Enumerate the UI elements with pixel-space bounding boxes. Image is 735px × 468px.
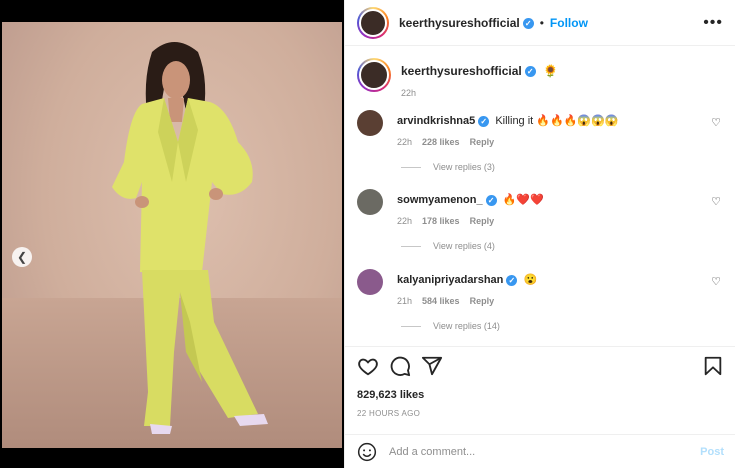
comment-avatar[interactable] [357, 269, 383, 295]
comment-time: 22h [397, 216, 413, 226]
comment-username[interactable]: sowmyamenon_ [397, 194, 483, 206]
follow-button[interactable]: Follow [550, 16, 588, 30]
comment-body: arvindkrishna5 ✓ Killing it 🔥🔥🔥😱😱😱 22h 22… [397, 114, 707, 147]
comments-section: keerthysureshofficial ✓ 🌻 22h arvindkrish… [345, 46, 735, 346]
comment-text-line: sowmyamenon_ ✓ 🔥❤️❤️ [397, 193, 707, 206]
comment-meta: 22h 228 likes Reply [397, 137, 707, 147]
reply-button[interactable]: Reply [470, 296, 495, 306]
view-replies-toggle[interactable]: View replies (14) [401, 321, 500, 331]
comment-body: sowmyamenon_ ✓ 🔥❤️❤️ 22h 178 likes Reply [397, 193, 707, 226]
comment-meta: 21h 584 likes Reply [397, 296, 707, 306]
reply-button[interactable]: Reply [470, 137, 495, 147]
post-detail-panel: keerthysureshofficial ✓ • Follow ••• keer… [344, 0, 735, 468]
caption-avatar [359, 60, 389, 90]
comment-text: 🔥❤️❤️ [502, 194, 544, 206]
post-actions: 829,623 likes 22 HOURS AGO [345, 346, 735, 434]
save-bookmark-icon[interactable] [702, 355, 724, 377]
carousel-prev-button[interactable]: ❮ [12, 247, 32, 267]
author-username-wrap: keerthysureshofficial ✓ [399, 16, 534, 30]
view-replies-toggle[interactable]: View replies (4) [401, 241, 495, 251]
post-comment-button[interactable]: Post [700, 446, 724, 458]
caption-timestamp: 22h [401, 88, 417, 98]
comment-item: kalyanipriyadarshan ✓ 😮 21h 584 likes Rep… [357, 269, 727, 306]
author-username[interactable]: keerthysureshofficial [399, 16, 520, 30]
caption-text: 🌻 [543, 64, 559, 78]
more-options-icon[interactable]: ••• [703, 14, 723, 32]
replies-line [401, 325, 421, 327]
verified-badge-icon: ✓ [478, 115, 490, 127]
comment-meta: 22h 178 likes Reply [397, 216, 707, 226]
comment-likes[interactable]: 584 likes [422, 296, 460, 306]
author-avatar [359, 8, 387, 37]
likes-count[interactable]: 829,623 likes [357, 389, 724, 401]
comment-bubble-icon[interactable] [389, 355, 411, 377]
caption-avatar-ring[interactable] [357, 58, 391, 92]
post-caption: keerthysureshofficial ✓ 🌻 22h [357, 58, 558, 98]
emoji-picker-icon[interactable] [357, 442, 377, 462]
comment-item: sowmyamenon_ ✓ 🔥❤️❤️ 22h 178 likes Reply … [357, 189, 727, 226]
view-replies-label: View replies (14) [433, 321, 500, 331]
comment-username[interactable]: kalyanipriyadarshan [397, 274, 503, 286]
post-header: keerthysureshofficial ✓ • Follow ••• [345, 0, 735, 46]
media-panel: ❮ [0, 0, 344, 468]
comment-text: Killing it 🔥🔥🔥😱😱😱 [495, 115, 619, 127]
comment-time: 21h [397, 296, 413, 306]
comment-text-line: kalyanipriyadarshan ✓ 😮 [397, 273, 707, 286]
comment-likes[interactable]: 178 likes [422, 216, 460, 226]
verified-badge-icon: ✓ [506, 274, 518, 286]
caption-username[interactable]: keerthysureshofficial [401, 64, 522, 78]
like-comment-heart-icon[interactable]: ♡ [711, 116, 721, 129]
reply-button[interactable]: Reply [470, 216, 495, 226]
comment-avatar[interactable] [357, 189, 383, 215]
replies-line [401, 245, 421, 247]
woman-in-yellow-suit-illustration [112, 42, 268, 434]
comment-text: 😮 [523, 274, 538, 286]
caption-body: keerthysureshofficial ✓ 🌻 22h [401, 64, 558, 98]
like-heart-icon[interactable] [357, 355, 379, 377]
like-comment-heart-icon[interactable]: ♡ [711, 195, 721, 208]
comment-item: arvindkrishna5 ✓ Killing it 🔥🔥🔥😱😱😱 22h 22… [357, 110, 727, 147]
comment-avatar[interactable] [357, 110, 383, 136]
comment-likes[interactable]: 228 likes [422, 137, 460, 147]
view-replies-label: View replies (3) [433, 162, 495, 172]
view-replies-label: View replies (4) [433, 241, 495, 251]
verified-badge-icon: ✓ [522, 17, 534, 29]
share-send-icon[interactable] [421, 355, 443, 377]
header-separator: • [539, 15, 544, 30]
comment-time: 22h [397, 137, 413, 147]
add-comment-bar: Post [345, 434, 735, 468]
verified-badge-icon: ✓ [524, 66, 536, 78]
view-replies-toggle[interactable]: View replies (3) [401, 162, 495, 172]
post-photo[interactable]: ❮ [2, 22, 342, 448]
comment-input[interactable] [389, 445, 679, 458]
replies-line [401, 166, 421, 168]
comment-username[interactable]: arvindkrishna5 [397, 115, 475, 127]
action-icons-row [357, 349, 724, 383]
author-avatar-ring[interactable] [357, 6, 389, 39]
verified-badge-icon: ✓ [485, 194, 497, 206]
post-timestamp: 22 HOURS AGO [357, 409, 421, 418]
like-comment-heart-icon[interactable]: ♡ [711, 275, 721, 288]
comment-text-line: arvindkrishna5 ✓ Killing it 🔥🔥🔥😱😱😱 [397, 114, 707, 127]
comment-body: kalyanipriyadarshan ✓ 😮 21h 584 likes Rep… [397, 273, 707, 306]
